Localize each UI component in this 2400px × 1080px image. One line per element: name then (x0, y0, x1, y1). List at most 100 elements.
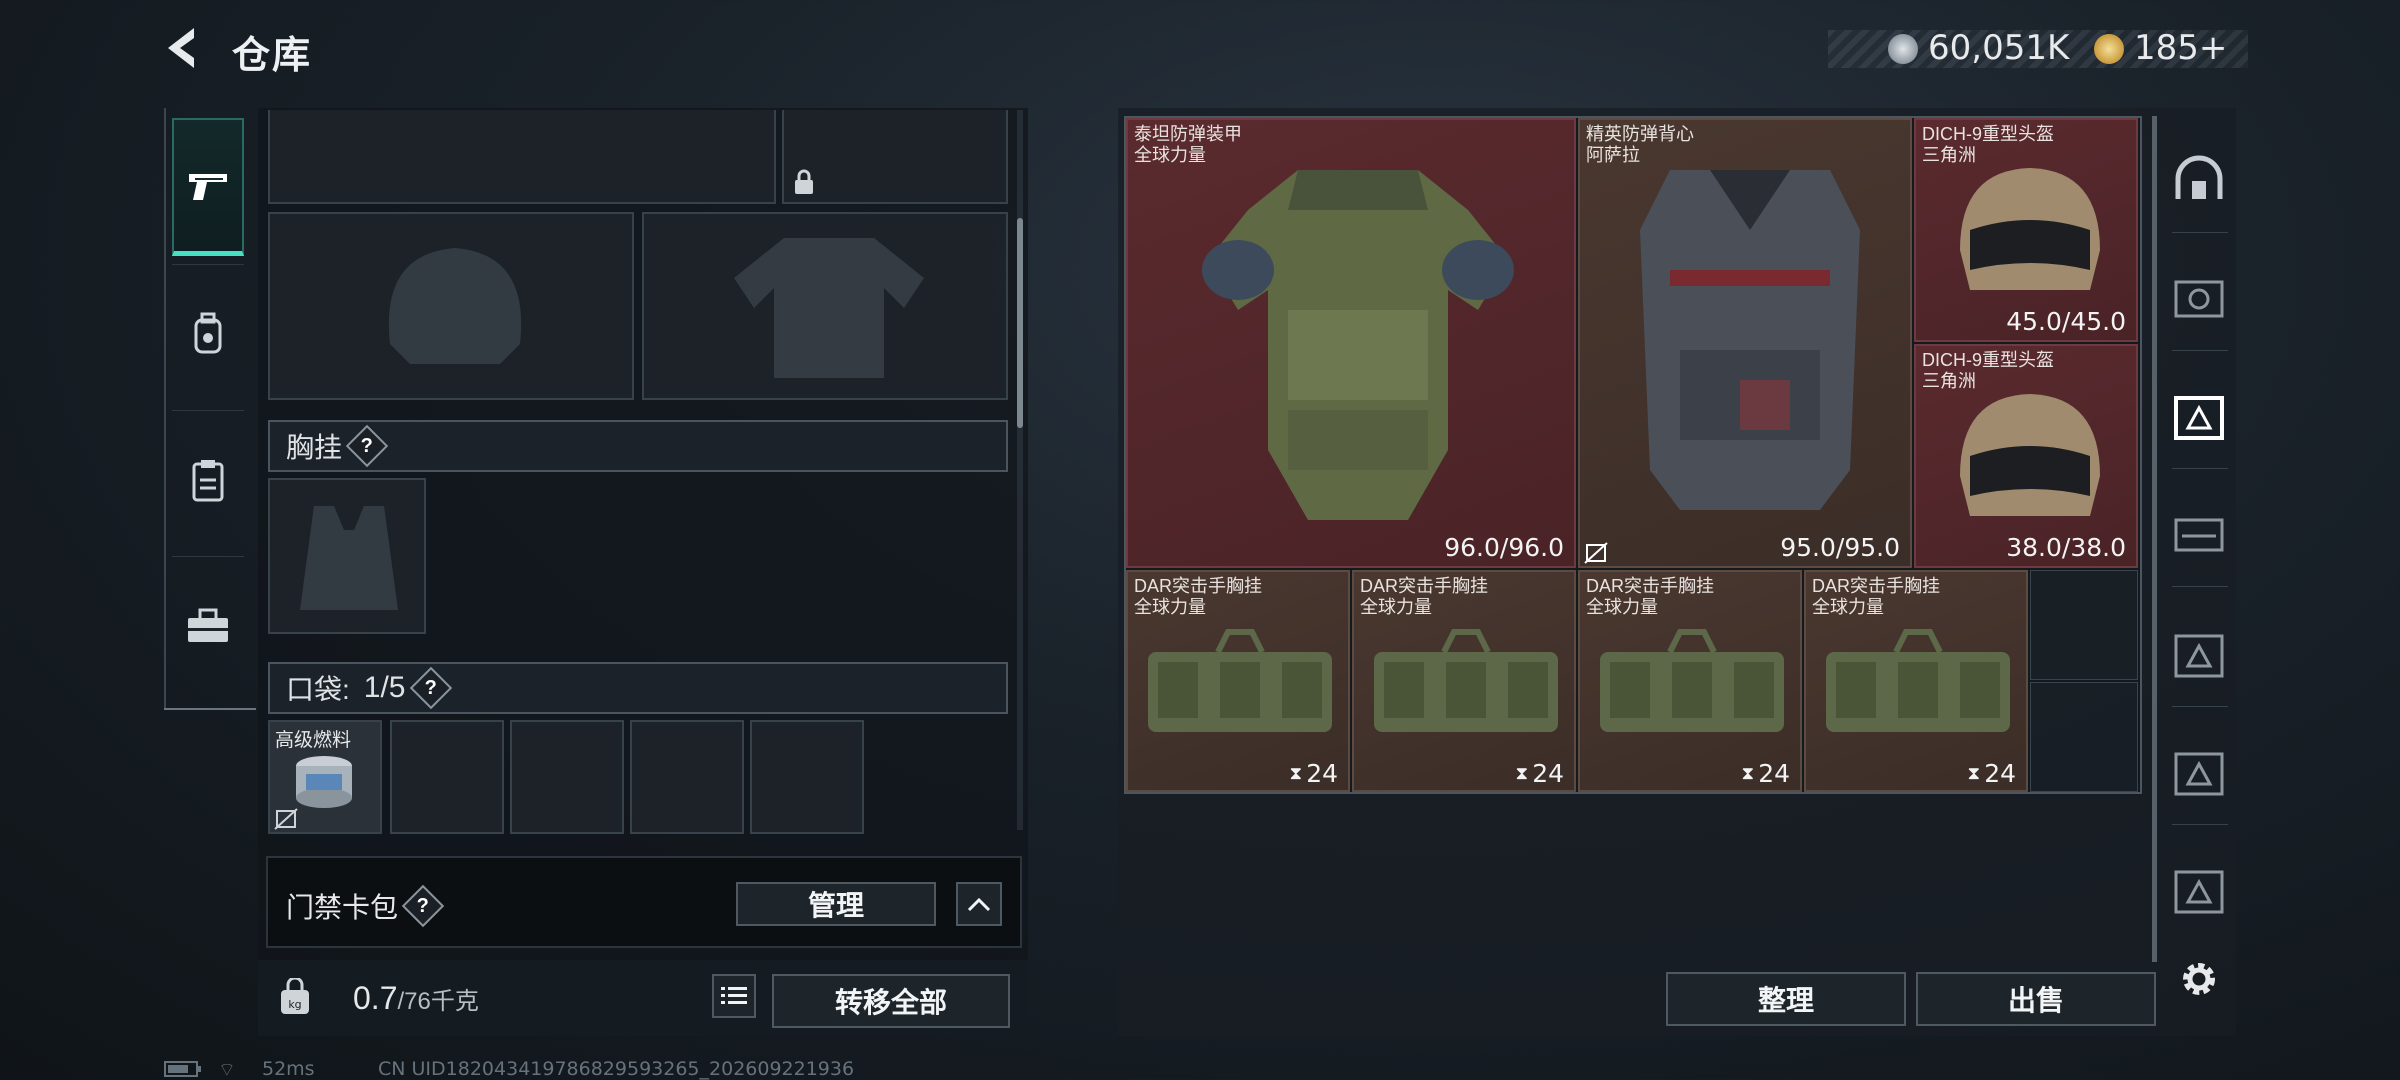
uid-text: CN UID18204341978682959326​5_20260922193… (378, 1058, 855, 1080)
toolbox-icon (188, 608, 228, 642)
tab-stash-page-2[interactable] (2166, 374, 2232, 460)
gear-icon (2183, 963, 2215, 995)
stash-empty-cell[interactable] (2030, 682, 2138, 792)
pocket-slot-5[interactable] (750, 720, 864, 834)
back-arrow-icon[interactable] (160, 24, 204, 72)
item-name-line2: 全球力量 (1360, 597, 1432, 617)
stash-scrollbar[interactable] (2152, 116, 2157, 962)
tab-weapons[interactable] (172, 118, 244, 256)
list-view-button[interactable] (712, 974, 756, 1018)
gold-coin-icon (2094, 34, 2124, 64)
item-name-line1: 泰坦防弹装甲 (1134, 124, 1242, 144)
stash-page-1-icon (2174, 280, 2224, 318)
item-name-line2: 全球力量 (1134, 597, 1206, 617)
stash-item-dich9-helmet-2[interactable]: DICH-9重型头盔 三角洲 38.0/38.0 (1914, 344, 2138, 568)
lock-icon (795, 169, 813, 194)
tab-stash-page-1[interactable] (2166, 254, 2232, 340)
stash-item-dar-chest-rig-2[interactable]: DAR突击手胸挂 全球力量 ⧗ 24 (1352, 570, 1576, 792)
chest-rig-art (1826, 629, 2010, 732)
sort-button[interactable]: 整理 (1666, 972, 1906, 1026)
transfer-all-button[interactable]: 转移全部 (772, 974, 1010, 1028)
pocket-slot-1[interactable]: 高级燃料 (268, 720, 382, 834)
stash-page-2-icon (2174, 396, 2224, 440)
locked-slot-partial[interactable] (782, 110, 1008, 204)
pocket-slot-3[interactable] (510, 720, 624, 834)
stash-item-titan-armor[interactable]: 泰坦防弹装甲 全球力量 96.0/96.0 (1126, 118, 1576, 568)
help-icon[interactable]: ? (345, 424, 389, 468)
armor-art (1202, 170, 1514, 520)
rail-separator (2172, 232, 2228, 233)
wifi-icon: ⌔ (218, 1059, 236, 1080)
item-name-line1: 精英防弹背心 (1586, 124, 1694, 144)
item-name-line1: DAR突击手胸挂 (1134, 576, 1263, 596)
svg-text:kg: kg (288, 998, 301, 1011)
sell-button[interactable]: 出售 (1916, 972, 2156, 1026)
stash-page-4-icon (2174, 634, 2224, 678)
item-name-line1: DICH-9重型头盔 (1922, 124, 2055, 144)
rail-separator (2172, 468, 2228, 469)
stash-item-elite-vest[interactable]: 精英防弹背心 阿萨拉 95.0/95.0 (1578, 118, 1912, 568)
chest-rig-art (1374, 629, 1558, 732)
clipboard-icon (192, 459, 224, 501)
item-count-value: 24 (1984, 759, 2016, 788)
no-trade-icon (274, 808, 298, 830)
tab-stash-page-4[interactable] (2166, 612, 2232, 698)
armor-slot[interactable] (642, 212, 1008, 400)
tab-stash-page-3[interactable] (2166, 490, 2232, 576)
left-rail-bottom-line (164, 708, 256, 710)
vest-art (1640, 170, 1860, 510)
battery-icon (164, 1061, 201, 1077)
help-icon[interactable]: ? (401, 884, 445, 928)
stash-item-dar-chest-rig-3[interactable]: DAR突击手胸挂 全球力量 ⧗ 24 (1578, 570, 1802, 792)
stash-item-dich9-helmet-1[interactable]: DICH-9重型头盔 三角洲 45.0/45.0 (1914, 118, 2138, 342)
weapon-slot-partial[interactable] (268, 110, 776, 204)
rail-separator (2172, 350, 2228, 351)
dome-icon (2175, 155, 2223, 199)
tab-stash-page-6[interactable] (2166, 848, 2232, 934)
ping-text: 52ms (262, 1058, 315, 1080)
chevron-up-icon (967, 897, 991, 912)
list-icon (721, 987, 747, 1004)
tab-gear[interactable] (172, 264, 244, 402)
chest-rig-section-header: 胸挂 ? (268, 420, 1008, 472)
stash-page-5-icon (2174, 752, 2224, 796)
weight-row: kg 0.7 /76千克 转移全部 (258, 960, 1028, 1036)
helmet-silhouette (388, 248, 522, 364)
tab-tools[interactable] (172, 556, 244, 694)
currency-secondary-value[interactable]: 185+ (2134, 28, 2227, 68)
stash-page-6-icon (2174, 870, 2224, 914)
pocket-slot-4[interactable] (630, 720, 744, 834)
pistol-icon (189, 173, 227, 200)
helmet-slot[interactable] (268, 212, 634, 400)
tab-stash-page-5[interactable] (2166, 730, 2232, 816)
item-name-line1: DAR突击手胸挂 (1586, 576, 1715, 596)
no-trade-icon (1584, 542, 1608, 564)
settings-button[interactable] (2166, 936, 2232, 1022)
armor-silhouette (734, 238, 924, 378)
stash-page-3-icon (2174, 518, 2224, 552)
weight-value: 0.7 (353, 980, 398, 1016)
rail-separator (2172, 586, 2228, 587)
stash-item-dar-chest-rig-1[interactable]: DAR突击手胸挂 全球力量 ⧗ 24 (1126, 570, 1350, 792)
page-title: 仓库 (232, 35, 313, 77)
pocket-item-name: 高级燃料 (275, 730, 352, 751)
tab-supplies[interactable] (172, 410, 244, 548)
item-name-line1: DICH-9重型头盔 (1922, 350, 2055, 370)
chest-rig-slot[interactable] (268, 478, 426, 634)
pocket-count: 1/5 (363, 671, 406, 704)
manage-button[interactable]: 管理 (736, 882, 936, 926)
tab-stash-overview[interactable] (2166, 136, 2232, 222)
pocket-label: 口袋: (286, 674, 350, 705)
pocket-slot-2[interactable] (390, 720, 504, 834)
collapse-button[interactable] (956, 882, 1002, 926)
stash-empty-cell[interactable] (2030, 570, 2138, 680)
currency-primary-value: 60,051K (1928, 28, 2070, 68)
item-name-line1: DAR突击手胸挂 (1360, 576, 1489, 596)
help-icon[interactable]: ? (409, 666, 452, 710)
left-scroll-thumb[interactable] (1017, 218, 1023, 428)
stash-item-dar-chest-rig-4[interactable]: DAR突击手胸挂 全球力量 ⧗ 24 (1804, 570, 2028, 792)
helmet-art (1960, 394, 2100, 516)
item-durability: 45.0/45.0 (2006, 307, 2126, 336)
rail-separator (2172, 706, 2228, 707)
item-name-line2: 全球力量 (1812, 597, 1884, 617)
